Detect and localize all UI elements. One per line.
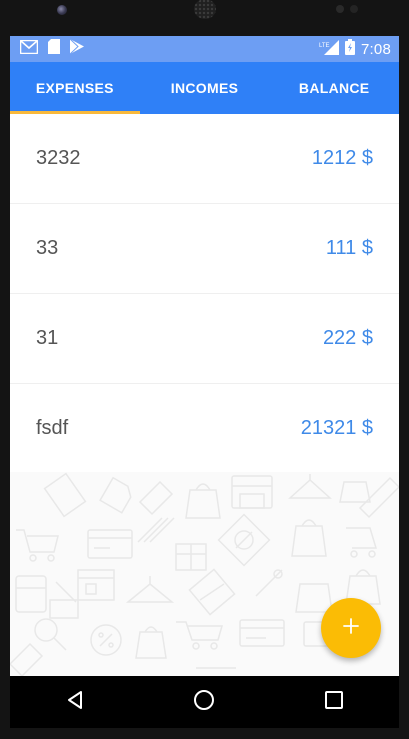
proximity-sensor [336, 5, 344, 13]
add-entry-button[interactable] [321, 598, 381, 658]
entry-amount: 222 $ [322, 327, 373, 349]
sd-card-icon [48, 39, 60, 59]
tab-label: BALANCE [298, 80, 370, 96]
tab-incomes[interactable]: INCOMES [140, 62, 270, 114]
earpiece-speaker [194, 0, 216, 19]
entry-name: fsdf [36, 417, 69, 439]
system-status: LTE 7:08 [319, 39, 391, 59]
expenses-list: 3232 1212 $ 33 111 $ 31 222 $ fsdf 21321… [10, 114, 399, 474]
entry-name: 31 [36, 327, 59, 349]
list-item[interactable]: 33 111 $ [10, 204, 399, 294]
list-item[interactable]: fsdf 21321 $ [10, 384, 399, 474]
back-icon [65, 690, 85, 715]
notification-icons [19, 38, 84, 59]
recents-icon [325, 690, 344, 714]
entry-name: 33 [36, 237, 59, 259]
list-item[interactable]: 31 222 $ [10, 294, 399, 384]
system-nav-bar [10, 676, 399, 728]
home-icon [193, 689, 215, 716]
play-store-icon [69, 38, 84, 59]
front-camera [57, 5, 67, 15]
status-time: 7:08 [361, 40, 391, 58]
plus-icon [343, 617, 359, 639]
entry-amount: 1212 $ [311, 147, 373, 169]
tab-expenses[interactable]: EXPENSES [10, 62, 140, 114]
light-sensor [350, 5, 358, 13]
status-bar: LTE 7:08 [10, 36, 399, 62]
home-button[interactable] [174, 682, 234, 722]
lte-signal-icon: LTE [319, 39, 339, 59]
gmail-icon [19, 39, 39, 59]
tab-balance[interactable]: BALANCE [269, 62, 399, 114]
network-label: LTE [319, 43, 330, 49]
tab-label: EXPENSES [35, 80, 114, 96]
tab-label: INCOMES [170, 80, 239, 96]
tab-bar: EXPENSES INCOMES BALANCE [10, 62, 399, 114]
recents-button[interactable] [304, 682, 364, 722]
entry-name: 3232 [36, 147, 81, 169]
entry-amount: 111 $ [325, 237, 373, 259]
battery-charging-icon [345, 39, 355, 59]
entry-amount: 21321 $ [300, 417, 373, 439]
back-button[interactable] [45, 682, 105, 722]
app-screen: LTE 7:08 EXPENSES INCOMES BALANCE 3232 1… [10, 36, 399, 676]
list-item[interactable]: 3232 1212 $ [10, 114, 399, 204]
